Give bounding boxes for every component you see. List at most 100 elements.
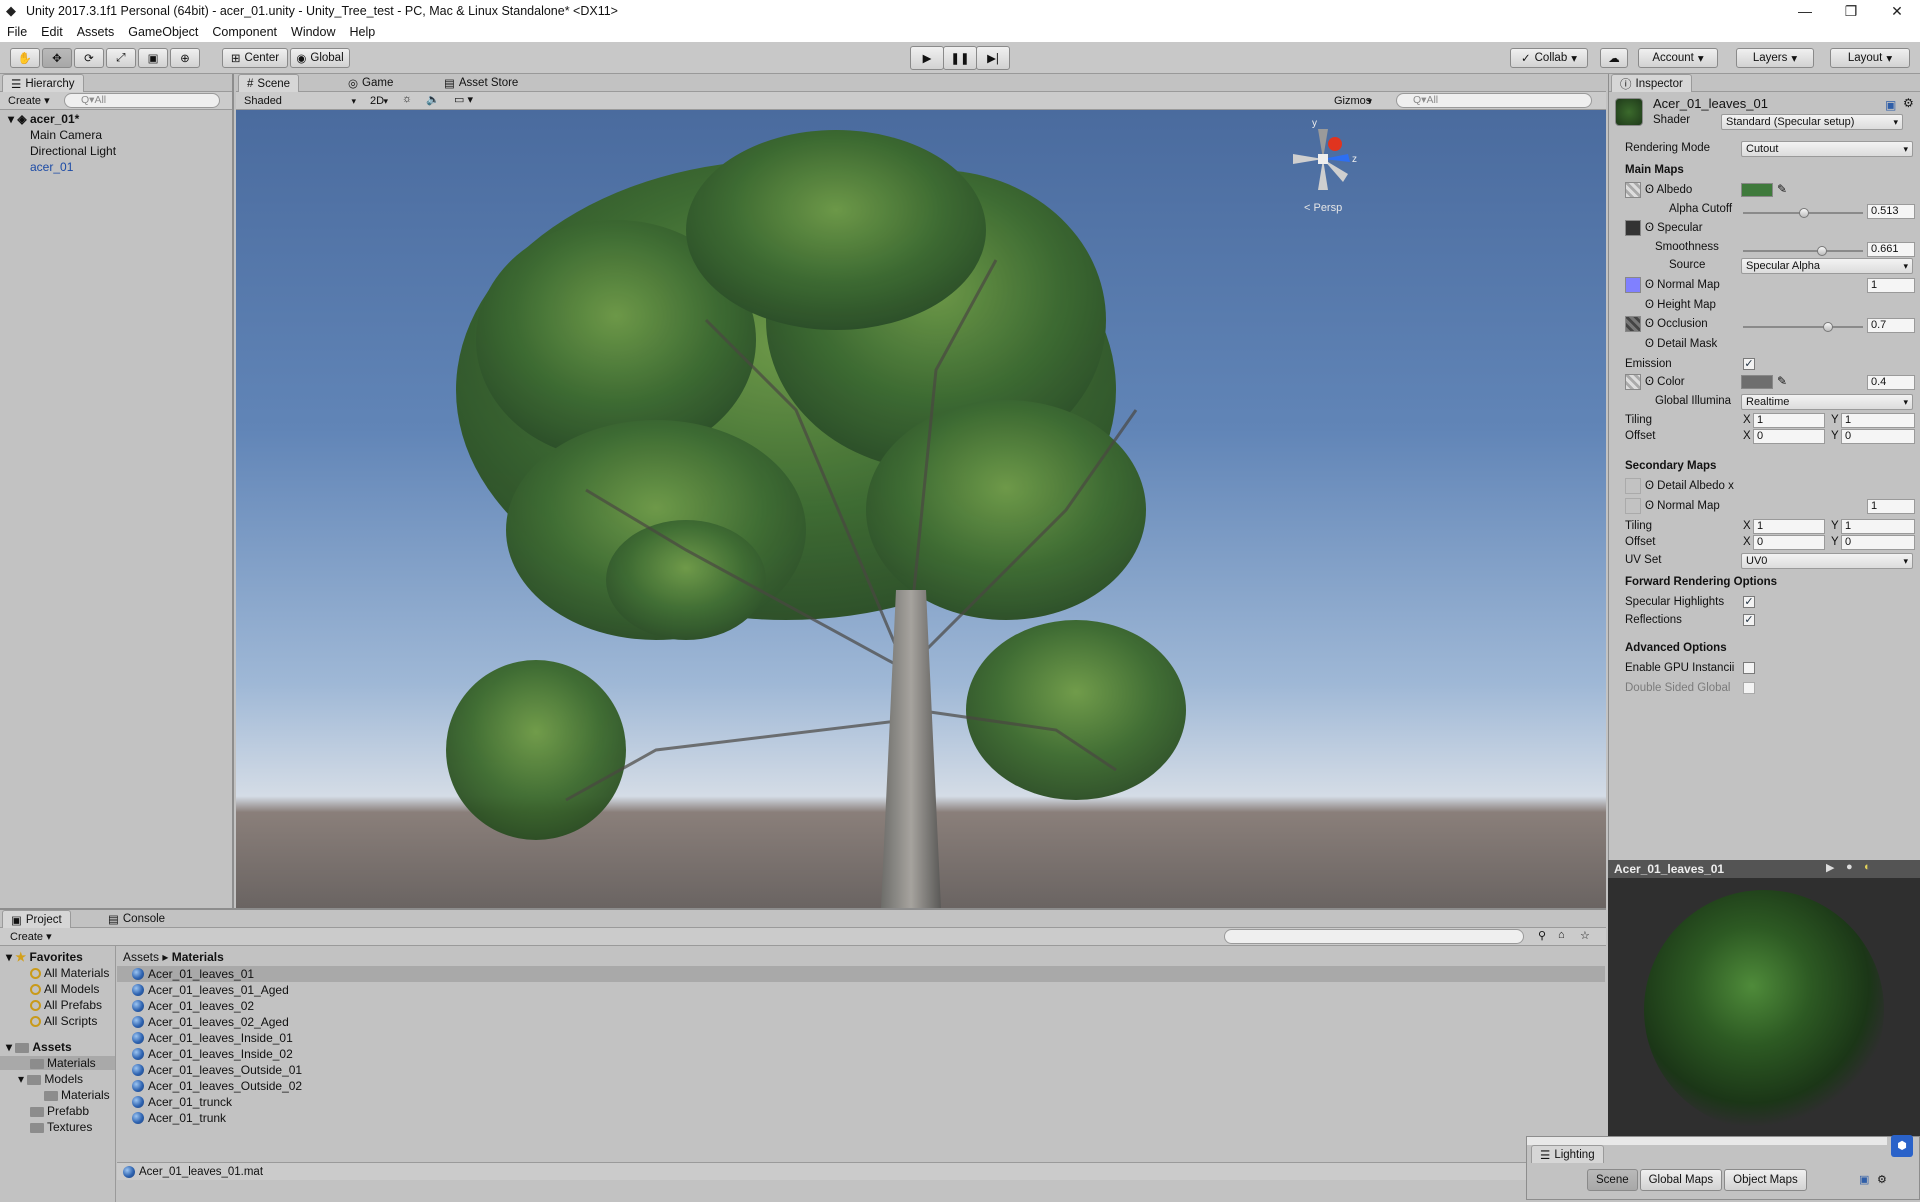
layers-dropdown[interactable]: Layers ▾: [1736, 48, 1814, 68]
gpu-instancing-checkbox[interactable]: [1743, 662, 1755, 674]
folder-textures[interactable]: Textures: [30, 1120, 92, 1134]
rotate-tool-icon[interactable]: ⟳: [74, 48, 104, 68]
menu-edit[interactable]: Edit: [34, 25, 70, 39]
hierarchy-search-input[interactable]: Q▾All: [64, 93, 220, 108]
favorites-node[interactable]: ▾ ★ Favorites: [6, 950, 83, 964]
source-dropdown[interactable]: Specular Alpha: [1741, 258, 1913, 274]
smoothness-knob[interactable]: [1817, 246, 1827, 256]
occlusion-slot[interactable]: [1625, 316, 1641, 332]
cloud-services-icon[interactable]: ⬢: [1891, 1135, 1913, 1157]
hierarchy-item-acer-01[interactable]: acer_01: [30, 160, 73, 174]
transform-tool-icon[interactable]: ⊕: [170, 48, 200, 68]
emission-intensity-field[interactable]: 0.4: [1867, 375, 1915, 390]
2d-toggle[interactable]: 2D: [366, 93, 392, 109]
tab-inspector[interactable]: ⓘ Inspector: [1611, 74, 1692, 92]
tab-lighting[interactable]: ☰ Lighting: [1531, 1145, 1604, 1163]
tab-asset-store[interactable]: ▤ Asset Store: [436, 74, 526, 92]
folder-prefabb[interactable]: Prefabb: [30, 1104, 89, 1118]
layout-dropdown[interactable]: Layout ▾: [1830, 48, 1910, 68]
file-item[interactable]: Acer_01_leaves_02_Aged: [132, 1014, 289, 1030]
file-item[interactable]: Acer_01_leaves_Outside_01: [132, 1062, 302, 1078]
lighting-drag-bar[interactable]: [1527, 1137, 1887, 1145]
detail-mask-label[interactable]: ʘ Detail Mask: [1645, 338, 1717, 350]
tiling-y-field[interactable]: 1: [1841, 413, 1915, 428]
cloud-button[interactable]: ☁: [1600, 48, 1628, 68]
scene-search-input[interactable]: Q▾All: [1396, 93, 1592, 108]
global-illumination-dropdown[interactable]: Realtime: [1741, 394, 1913, 410]
tab-game[interactable]: ◎ Game: [340, 74, 401, 92]
secondary-tiling-x-field[interactable]: 1: [1753, 519, 1825, 534]
file-item[interactable]: Acer_01_leaves_01: [132, 966, 254, 982]
filter-type-icon[interactable]: ⚲: [1538, 929, 1546, 942]
folder-models[interactable]: ▾ Models: [18, 1072, 83, 1086]
height-map-label[interactable]: ʘ Height Map: [1645, 299, 1716, 311]
shader-dropdown[interactable]: Standard (Specular setup): [1721, 114, 1903, 130]
projection-label[interactable]: < Persp: [1304, 202, 1342, 214]
albedo-texture-slot[interactable]: [1625, 182, 1641, 198]
play-button[interactable]: ▶: [910, 46, 944, 70]
smoothness-slider[interactable]: [1743, 246, 1863, 256]
favorite-all-scripts[interactable]: All Scripts: [30, 1014, 97, 1028]
scene-gizmo[interactable]: y z: [1288, 118, 1358, 194]
scene-root[interactable]: ▾ ◈ acer_01*: [8, 112, 79, 126]
eyedropper-icon[interactable]: ✎: [1777, 374, 1787, 388]
tiling-x-field[interactable]: 1: [1753, 413, 1825, 428]
lighting-scene-tab[interactable]: Scene: [1587, 1169, 1638, 1191]
secondary-offset-x-field[interactable]: 0: [1753, 535, 1825, 550]
favorite-star-icon[interactable]: ☆: [1580, 929, 1590, 942]
scale-tool-icon[interactable]: ⤢: [106, 48, 136, 68]
gizmos-dropdown[interactable]: Gizmos: [1330, 93, 1376, 109]
albedo-color-swatch[interactable]: [1741, 183, 1773, 197]
preview-sphere-icon[interactable]: ●: [1846, 861, 1853, 873]
emission-color-swatch[interactable]: [1741, 375, 1773, 389]
alpha-cutoff-field[interactable]: 0.513: [1867, 204, 1915, 219]
preview-light-icon[interactable]: ◐: [1864, 861, 1871, 873]
offset-y-field[interactable]: 0: [1841, 429, 1915, 444]
file-item[interactable]: Acer_01_leaves_Outside_02: [132, 1078, 302, 1094]
emission-checkbox[interactable]: ✓: [1743, 358, 1755, 370]
preview-play-icon[interactable]: ▶: [1826, 861, 1834, 874]
eyedropper-icon[interactable]: ✎: [1777, 182, 1787, 196]
project-create-button[interactable]: Create ▾: [10, 930, 52, 943]
shading-mode-dropdown[interactable]: Shaded: [240, 93, 360, 109]
pause-button[interactable]: ❚❚: [943, 46, 977, 70]
file-item[interactable]: Acer_01_leaves_Inside_02: [132, 1046, 293, 1062]
secondary-tiling-y-field[interactable]: 1: [1841, 519, 1915, 534]
menu-assets[interactable]: Assets: [70, 25, 122, 39]
tab-scene[interactable]: # Scene: [238, 74, 300, 92]
move-tool-icon[interactable]: ✥: [42, 48, 72, 68]
occlusion-field[interactable]: 0.7: [1867, 318, 1915, 333]
lighting-object-maps-tab[interactable]: Object Maps: [1724, 1169, 1807, 1191]
rendering-mode-dropdown[interactable]: Cutout: [1741, 141, 1913, 157]
folder-materials[interactable]: Materials: [0, 1056, 115, 1070]
breadcrumb-materials[interactable]: Materials: [172, 950, 224, 964]
folder-models-materials[interactable]: Materials: [44, 1088, 110, 1102]
secondary-normal-field[interactable]: 1: [1867, 499, 1915, 514]
menu-help[interactable]: Help: [342, 25, 382, 39]
smoothness-field[interactable]: 0.661: [1867, 242, 1915, 257]
alpha-cutoff-slider[interactable]: [1743, 208, 1863, 218]
secondary-offset-y-field[interactable]: 0: [1841, 535, 1915, 550]
close-icon[interactable]: ✕: [1874, 0, 1920, 22]
menu-gameobject[interactable]: GameObject: [121, 25, 205, 39]
space-global-button[interactable]: ◉ Global: [290, 48, 350, 68]
collab-dropdown[interactable]: ✓ Collab ▾: [1510, 48, 1588, 68]
favorite-all-materials[interactable]: All Materials: [30, 966, 109, 980]
scene-viewport[interactable]: y z < Persp: [236, 110, 1606, 908]
menu-component[interactable]: Component: [205, 25, 284, 39]
lighting-toggle-icon[interactable]: ☼: [402, 93, 412, 105]
audio-toggle-icon[interactable]: 🔈: [426, 93, 440, 106]
tab-hierarchy[interactable]: ☰ Hierarchy: [2, 74, 84, 92]
filter-label-icon[interactable]: ⌂: [1558, 929, 1565, 941]
normal-map-slot[interactable]: [1625, 277, 1641, 293]
file-item[interactable]: Acer_01_leaves_Inside_01: [132, 1030, 293, 1046]
occlusion-knob[interactable]: [1823, 322, 1833, 332]
specular-highlights-checkbox[interactable]: ✓: [1743, 596, 1755, 608]
offset-x-field[interactable]: 0: [1753, 429, 1825, 444]
pivot-center-button[interactable]: ⊞ Center: [222, 48, 288, 68]
normal-scale-field[interactable]: 1: [1867, 278, 1915, 293]
specular-color-slot[interactable]: [1625, 220, 1641, 236]
lighting-help-icon[interactable]: ▣: [1859, 1173, 1869, 1186]
maximize-icon[interactable]: ❐: [1828, 0, 1874, 22]
assets-node[interactable]: ▾ Assets: [6, 1040, 72, 1054]
